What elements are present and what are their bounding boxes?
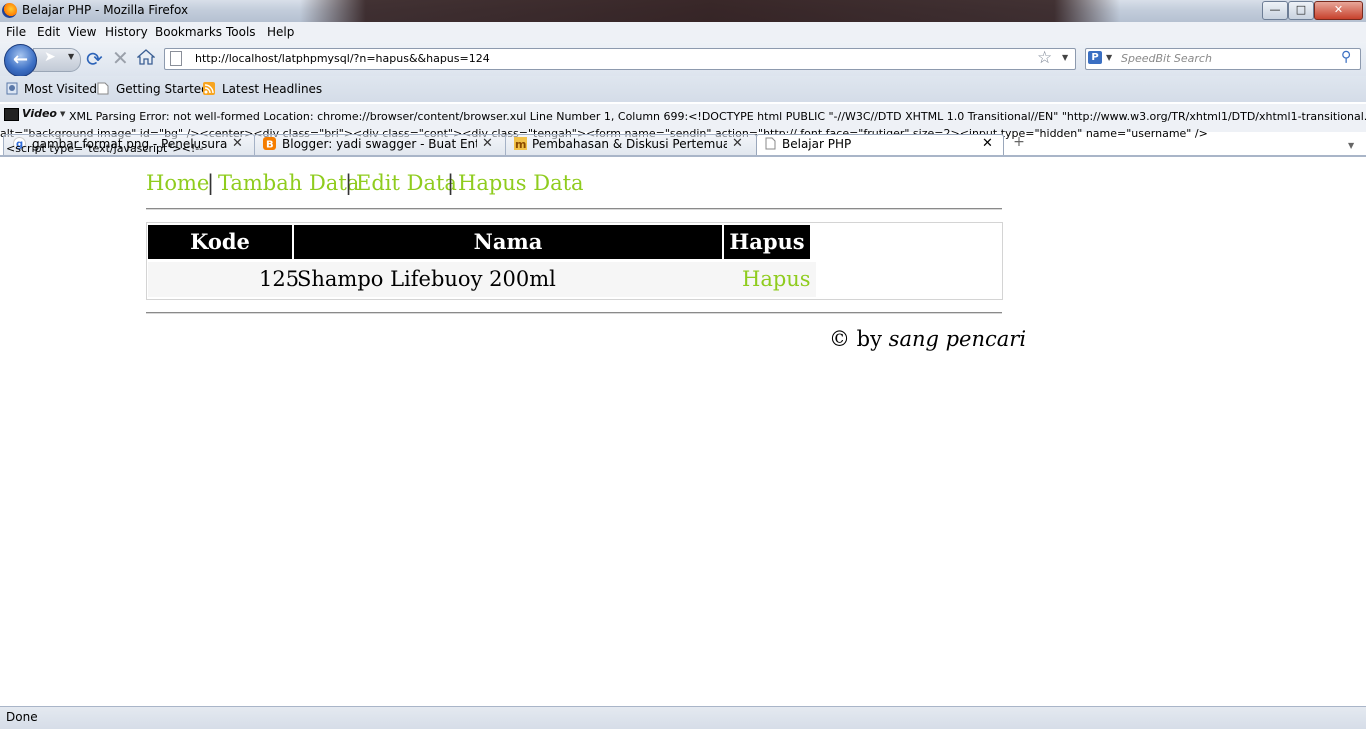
title-bar: [0, 0, 1366, 22]
tab-label: Belajar PHP: [782, 137, 852, 151]
most-visited-icon: [6, 82, 18, 95]
bookmark-latest-headlines[interactable]: Latest Headlines: [222, 82, 322, 96]
status-text: Done: [6, 710, 38, 724]
history-dropdown-icon[interactable]: ▼: [68, 52, 74, 61]
bookmark-getting-started[interactable]: Getting Started: [116, 82, 209, 96]
nav-separator: |: [345, 171, 353, 195]
tab-label: Pembahasan & Diskusi Pertemuan 3: [532, 137, 727, 151]
minimize-button[interactable]: —: [1262, 1, 1288, 20]
cell-nama: Shampo Lifebuoy 200ml: [297, 267, 556, 291]
url-dropdown-icon[interactable]: ▼: [1062, 53, 1068, 62]
footer-prefix: © by: [829, 327, 882, 351]
header-hapus: Hapus: [724, 225, 810, 259]
stop-icon[interactable]: ✕: [112, 46, 129, 70]
all-tabs-dropdown-icon[interactable]: ▼: [1348, 141, 1354, 150]
nav-separator: |: [207, 171, 215, 195]
status-bar: [0, 706, 1366, 729]
cell-kode: 125: [259, 267, 300, 291]
close-tab-icon[interactable]: ✕: [982, 136, 993, 151]
search-icon[interactable]: ⚲: [1341, 49, 1351, 65]
tab-label: Blogger: yadi swagger - Buat Entri: [282, 137, 477, 151]
video-logo-icon: [4, 108, 19, 121]
menu-edit[interactable]: Edit: [37, 25, 60, 39]
tab-strip-border: [0, 155, 1366, 157]
close-tab-icon[interactable]: ✕: [482, 136, 493, 151]
svg-text:B: B: [266, 140, 274, 151]
menu-history[interactable]: History: [105, 25, 148, 39]
video-toolbar-label[interactable]: Video: [22, 107, 57, 120]
page-favicon-icon: [765, 137, 776, 150]
nav-link-edit-data[interactable]: Edit Data: [356, 171, 457, 195]
top-divider: [146, 208, 1002, 210]
close-tab-icon[interactable]: ✕: [232, 136, 243, 151]
search-placeholder[interactable]: SpeedBit Search: [1121, 52, 1212, 65]
delete-link[interactable]: Hapus: [742, 262, 811, 297]
back-button[interactable]: ←: [4, 44, 37, 77]
window-title: Belajar PHP - Mozilla Firefox: [22, 3, 189, 17]
new-tab-button[interactable]: +: [1008, 134, 1030, 153]
nav-link-hapus-data[interactable]: Hapus Data: [458, 171, 584, 195]
page-identity-icon[interactable]: [170, 51, 182, 66]
xml-error-line-3: <script type="text/javascript"><!--: [6, 142, 204, 155]
menu-tools[interactable]: Tools: [226, 25, 256, 39]
search-engine-dropdown-icon[interactable]: ▼: [1106, 53, 1112, 62]
header-kode: Kode: [148, 225, 292, 259]
menu-help[interactable]: Help: [267, 25, 294, 39]
header-nama: Nama: [294, 225, 722, 259]
footer-credit: © by sang pencari: [829, 327, 1026, 351]
search-engine-icon[interactable]: P: [1088, 51, 1102, 64]
nav-link-home[interactable]: Home: [146, 171, 209, 195]
rss-feed-icon: [203, 82, 215, 95]
xml-error-line-1: XML Parsing Error: not well-formed Locat…: [69, 110, 1366, 123]
home-icon[interactable]: [137, 48, 155, 66]
video-dropdown-icon[interactable]: ▼: [60, 110, 65, 118]
svg-text:m: m: [515, 138, 526, 150]
close-window-button[interactable]: ✕: [1314, 1, 1363, 20]
close-tab-icon[interactable]: ✕: [732, 136, 743, 151]
nav-separator: |: [447, 171, 455, 195]
menu-bar: File Edit View History Bookmarks Tools H…: [0, 22, 1366, 42]
menu-bookmarks[interactable]: Bookmarks: [155, 25, 222, 39]
bottom-divider: [146, 312, 1002, 314]
blogger-favicon-icon: B: [263, 137, 276, 150]
nav-link-tambah-data[interactable]: Tambah Data: [218, 171, 359, 195]
bookmark-star-icon[interactable]: ☆: [1037, 48, 1052, 68]
footer-author: sang pencari: [888, 327, 1027, 351]
menu-view[interactable]: View: [68, 25, 96, 39]
menu-file[interactable]: File: [6, 25, 26, 39]
reload-icon[interactable]: ⟳: [86, 47, 103, 71]
getting-started-page-icon: [97, 82, 109, 95]
forward-arrow-icon: ➤: [44, 49, 56, 65]
maximize-button[interactable]: □: [1288, 1, 1314, 20]
bookmark-most-visited[interactable]: Most Visited: [24, 82, 97, 96]
firefox-logo-icon: [2, 3, 17, 18]
forum-favicon-icon: m: [514, 137, 527, 150]
url-text[interactable]: http://localhost/latphpmysql/?n=hapus&&h…: [195, 52, 490, 65]
